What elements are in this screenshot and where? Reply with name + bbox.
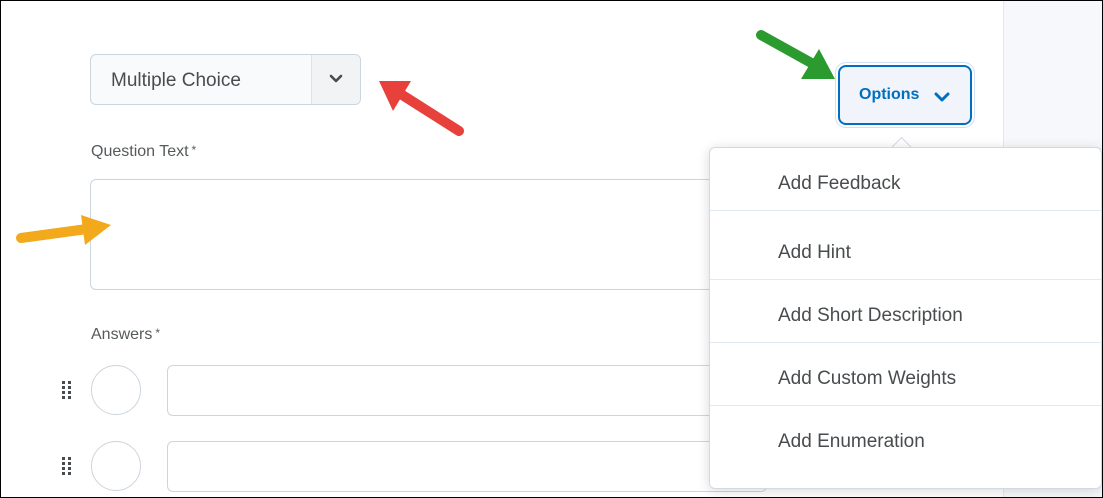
menu-item-label: Add Hint	[778, 242, 851, 263]
chevron-down-icon	[329, 74, 343, 83]
menu-item-label: Add Feedback	[778, 173, 901, 194]
answers-label: Answers *	[91, 326, 160, 344]
question-text-editor[interactable]	[90, 179, 730, 290]
green-arrow-annotation	[756, 30, 835, 79]
answer-input[interactable]	[167, 441, 767, 492]
required-mark: *	[191, 143, 197, 157]
question-type-value: Multiple Choice	[111, 70, 241, 91]
drag-handle-icon[interactable]	[62, 457, 72, 477]
question-text-label: Question Text *	[91, 143, 196, 161]
menu-item-add-hint[interactable]: Add Hint	[710, 217, 1101, 280]
options-menu: Add Feedback Add Hint Add Short Descript…	[709, 147, 1102, 489]
orange-arrow-annotation	[16, 215, 111, 245]
menu-item-add-enumeration[interactable]: Add Enumeration	[710, 406, 1101, 469]
options-button-label: Options	[859, 86, 920, 103]
menu-item-label: Add Custom Weights	[778, 368, 957, 389]
question-text-label-text: Question Text	[91, 143, 189, 160]
menu-item-add-short-description[interactable]: Add Short Description	[710, 280, 1101, 343]
answer-radio[interactable]	[91, 365, 141, 415]
answers-label-text: Answers	[91, 326, 153, 343]
menu-item-add-custom-weights[interactable]: Add Custom Weights	[710, 343, 1101, 406]
chevron-down-icon	[934, 92, 950, 102]
answer-radio[interactable]	[91, 441, 141, 491]
red-arrow-annotation	[379, 81, 464, 136]
required-mark: *	[155, 326, 161, 340]
question-editor: Multiple Choice Options Question Text * A…	[0, 0, 1103, 498]
menu-item-label: Add Short Description	[778, 305, 963, 326]
options-button[interactable]: Options	[838, 65, 972, 125]
question-type-dropdown-toggle[interactable]	[311, 55, 360, 104]
menu-item-add-feedback[interactable]: Add Feedback	[710, 148, 1101, 211]
drag-handle-icon[interactable]	[62, 381, 72, 401]
question-type-select[interactable]: Multiple Choice	[90, 54, 361, 105]
menu-item-label: Add Enumeration	[778, 431, 925, 452]
answer-input[interactable]	[167, 365, 767, 416]
